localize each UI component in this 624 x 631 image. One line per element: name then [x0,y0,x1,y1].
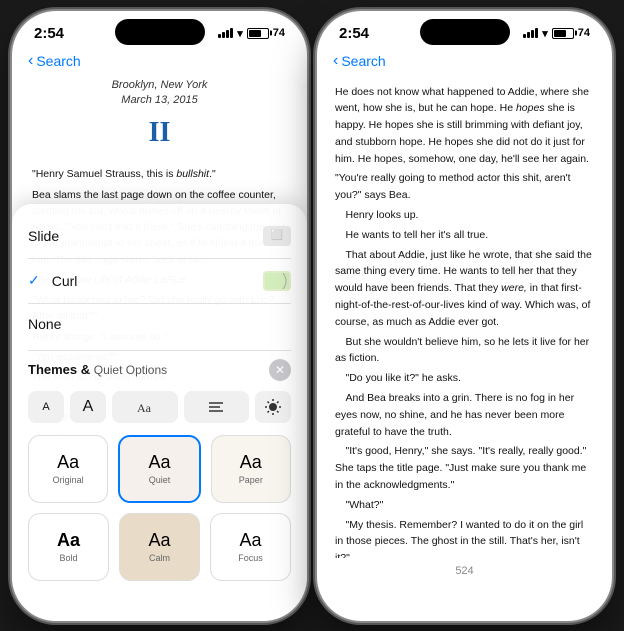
theme-paper-card[interactable]: Aa Paper [211,435,291,503]
phones-container: 2:54 ▾ 74 ‹ Search [12,11,612,621]
theme-name-paper: Paper [239,475,263,485]
chevron-left-icon: ‹ [28,52,33,70]
theme-aa-bold: Aa [57,530,80,551]
theme-aa-quiet: Aa [148,452,170,473]
left-nav-bar: ‹ Search [12,48,307,78]
font-icon: Aa [135,398,155,416]
curl-label: Curl [52,273,78,289]
book-location: Brooklyn, New YorkMarch 13, 2015 [32,78,287,109]
theme-name-calm: Calm [149,553,170,563]
theme-row-2: Aa Bold Aa Calm Aa Focus [28,513,291,581]
curl-icon [263,271,291,291]
brightness-icon [264,398,282,416]
divider-2 [28,303,291,304]
chapter-number: II [32,112,287,154]
decrease-font-button[interactable]: A [28,391,64,423]
signal-icon [218,28,233,38]
transition-slide[interactable]: Slide ⬜ [28,220,291,252]
right-status-icons: ▾ 74 [523,27,590,40]
left-status-icons: ▾ 74 [218,27,285,40]
transition-curl[interactable]: ✓ Curl [28,265,291,297]
right-book-text: He does not know what happened to Addie,… [317,78,612,558]
left-back-label: Search [36,53,80,69]
font-picker-button[interactable]: Aa [112,391,178,423]
divider-1 [28,258,291,259]
slide-label: Slide [28,228,59,244]
theme-aa-paper: Aa [240,452,262,473]
large-a-label: A [83,398,94,416]
right-time: 2:54 [339,25,369,42]
theme-quiet-card[interactable]: Aa Quiet [118,435,200,503]
left-back-button[interactable]: ‹ Search [28,52,81,70]
theme-bold-card[interactable]: Aa Bold [28,513,109,581]
right-battery-icon [552,28,574,39]
book-header: Brooklyn, New YorkMarch 13, 2015 II [32,78,287,155]
theme-name-quiet: Quiet [149,475,171,485]
close-button[interactable]: ✕ [269,359,291,381]
theme-calm-card[interactable]: Aa Calm [119,513,200,581]
theme-original-card[interactable]: Aa Original [28,435,108,503]
right-phone: 2:54 ▾ 74 ‹ Search [317,11,612,621]
right-chevron-left-icon: ‹ [333,52,338,70]
right-battery-pct: 74 [578,27,590,39]
wifi-icon: ▾ [237,27,243,40]
theme-aa-calm: Aa [148,530,170,551]
transition-none[interactable]: None [28,310,291,338]
none-label-group: None [28,316,61,332]
curl-label-group: ✓ Curl [28,272,77,289]
themes-header: Themes & Quiet Options ✕ [28,359,291,381]
divider-main [28,350,291,351]
theme-name-original: Original [53,475,84,485]
dynamic-island [115,19,205,45]
right-back-button[interactable]: ‹ Search [333,52,386,70]
left-time: 2:54 [34,25,64,42]
right-nav-bar: ‹ Search [317,48,612,78]
themes-title: Themes & Quiet Options [28,362,167,377]
transition-options: Slide ⬜ ✓ Curl None [28,220,291,338]
none-label: None [28,316,61,332]
right-wifi-icon: ▾ [542,27,548,40]
brightness-button[interactable] [255,391,291,423]
page-number: 524 [317,561,612,581]
slide-label-group: Slide [28,228,59,244]
small-a-label: A [42,401,49,413]
right-dynamic-island [420,19,510,45]
left-phone: 2:54 ▾ 74 ‹ Search [12,11,307,621]
slide-icon: ⬜ [263,226,291,246]
align-icon [206,398,226,416]
theme-row-1: Aa Original Aa Quiet Aa Paper [28,435,291,503]
theme-aa-focus: Aa [239,530,261,551]
theme-name-bold: Bold [59,553,77,563]
font-controls-row: A A Aa [28,391,291,423]
checkmark-icon: ✓ [28,272,40,289]
svg-text:Aa: Aa [137,401,152,415]
battery-pct: 74 [273,27,285,39]
text-align-button[interactable] [184,391,250,423]
theme-aa-original: Aa [57,452,79,473]
theme-name-focus: Focus [238,553,263,563]
theme-focus-card[interactable]: Aa Focus [210,513,291,581]
increase-font-button[interactable]: A [70,391,106,423]
overlay-panel: Slide ⬜ ✓ Curl None [12,204,307,621]
right-back-label: Search [341,53,385,69]
battery-icon [247,28,269,39]
right-signal-icon [523,28,538,38]
